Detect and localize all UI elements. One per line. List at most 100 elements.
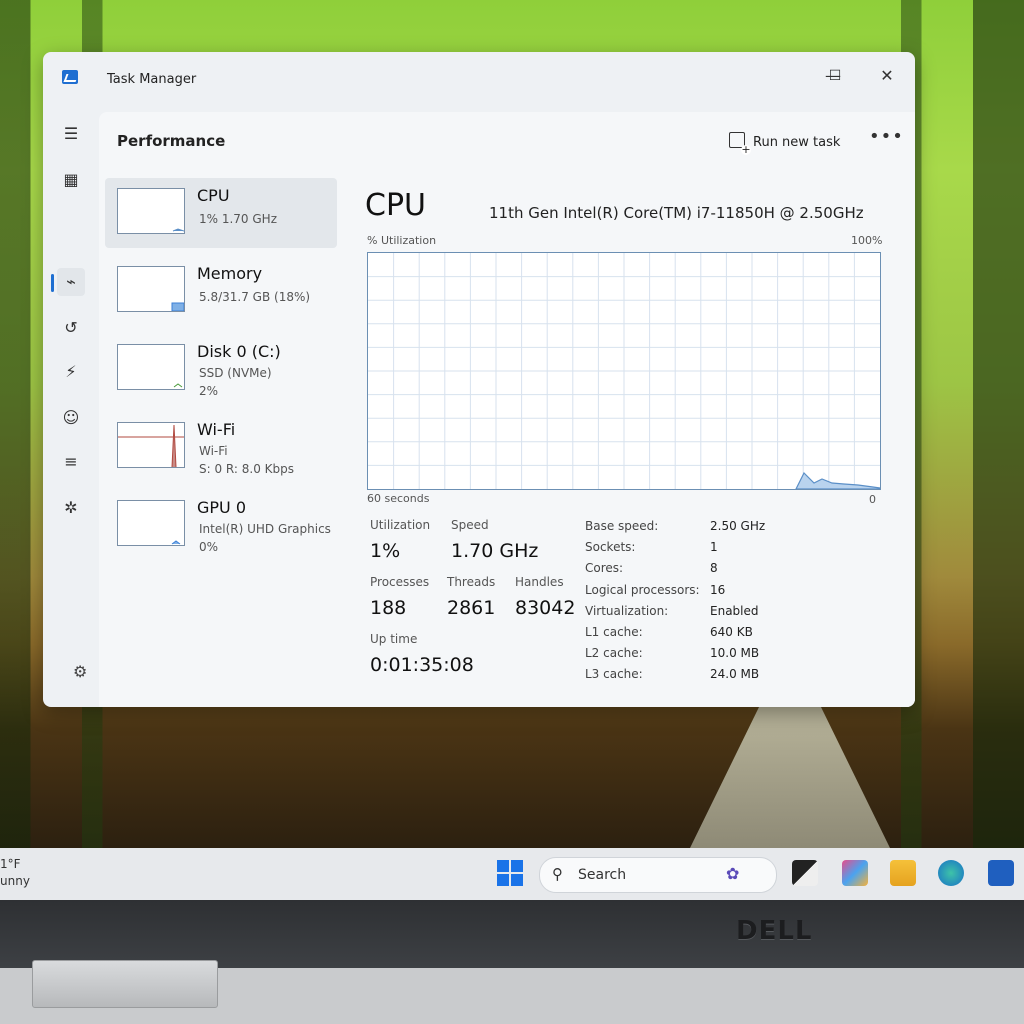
microsoft-store-icon[interactable]: [988, 860, 1014, 886]
task-manager-window: Task Manager — ☐ ✕ ☰ ▦ ⌁ ↺ ⚡ ☺ ≡ ✲ ⚙ Per…: [43, 52, 915, 707]
wifi-thumbnail-graph: [117, 422, 185, 468]
startup-apps-icon[interactable]: ⚡: [57, 358, 85, 386]
spec-label: Cores:: [585, 561, 624, 575]
utilization-label: Utilization: [370, 518, 431, 532]
resource-detail: Intel(R) UHD Graphics: [199, 522, 331, 536]
spec-value: Enabled: [710, 604, 759, 618]
search-highlight-icon: ✿: [726, 864, 740, 883]
graph-time-label: 60 seconds: [367, 492, 430, 505]
spec-value: 8: [710, 561, 718, 575]
resource-item-memory[interactable]: Memory 5.8/31.7 GB (18%): [105, 256, 337, 326]
spec-label: Sockets:: [585, 540, 636, 554]
resource-item-gpu[interactable]: GPU 0 Intel(R) UHD Graphics 0%: [105, 490, 337, 560]
resource-item-cpu[interactable]: CPU 1% 1.70 GHz: [105, 178, 337, 248]
laptop-hinge: [32, 960, 218, 1008]
processes-label: Processes: [370, 575, 430, 589]
spec-label: L2 cache:: [585, 646, 643, 660]
resource-detail: Wi-Fi: [199, 444, 228, 458]
resource-detail: 1% 1.70 GHz: [199, 212, 278, 226]
resource-list: CPU 1% 1.70 GHz Memory 5.8/31.7 GB (18%)…: [105, 178, 337, 568]
cpu-model: 11th Gen Intel(R) Core(TM) i7-11850H @ 2…: [489, 204, 864, 222]
resource-name: Disk 0 (C:): [197, 342, 281, 361]
spec-label: L3 cache:: [585, 667, 643, 681]
disk-thumbnail-graph: [117, 344, 185, 390]
threads-value: 2861: [447, 597, 496, 619]
graph-zero-label: 0: [869, 493, 876, 506]
cpu-utilization-graph: [367, 252, 881, 490]
cpu-thumbnail-graph: [117, 188, 185, 234]
settings-gear-icon[interactable]: ⚙: [73, 662, 87, 681]
uptime-value: 0:01:35:08: [370, 654, 474, 676]
resource-item-disk[interactable]: Disk 0 (C:) SSD (NVMe) 2%: [105, 334, 337, 404]
weather-desc: unny: [0, 874, 30, 888]
handles-value: 83042: [515, 597, 576, 619]
processes-icon[interactable]: ▦: [57, 166, 85, 194]
file-explorer-icon[interactable]: [890, 860, 916, 886]
run-new-task-button[interactable]: Run new task: [729, 132, 841, 155]
more-options-button[interactable]: •••: [869, 126, 904, 147]
threads-label: Threads: [447, 575, 496, 589]
hamburger-menu-icon[interactable]: ☰: [57, 120, 85, 148]
search-icon: ⚲: [552, 865, 563, 883]
resource-detail-2: 2%: [199, 384, 219, 398]
spec-label: L1 cache:: [585, 625, 643, 639]
uptime-label: Up time: [370, 632, 418, 646]
utilization-axis-label: % Utilization: [367, 234, 437, 247]
weather-widget[interactable]: 1°F unny: [0, 856, 30, 890]
utilization-max-label: 100%: [851, 234, 883, 247]
task-manager-app-icon: [62, 70, 78, 84]
nav-rail: ☰ ▦ ⌁ ↺ ⚡ ☺ ≡ ✲ ⚙: [43, 108, 99, 707]
spec-label: Virtualization:: [585, 604, 669, 618]
performance-panel: Performance Run new task ••• CPU 1% 1.70…: [99, 112, 915, 707]
maximize-button[interactable]: ☐: [815, 60, 855, 92]
copilot-icon[interactable]: [842, 860, 868, 886]
run-new-task-label: Run new task: [753, 135, 841, 150]
utilization-value: 1%: [370, 540, 401, 562]
speed-value: 1.70 GHz: [451, 540, 539, 562]
processes-value: 188: [370, 597, 407, 619]
speed-label: Speed: [451, 518, 489, 532]
resource-detail-2: 0%: [199, 540, 219, 554]
cpu-usage-area: [795, 471, 880, 489]
details-icon[interactable]: ≡: [57, 448, 85, 476]
spec-value: 640 KB: [710, 625, 753, 639]
users-icon[interactable]: ☺: [57, 404, 85, 432]
resource-name: CPU: [197, 186, 230, 205]
window-title: Task Manager: [107, 72, 197, 87]
services-icon[interactable]: ✲: [57, 494, 85, 522]
gpu-thumbnail-graph: [117, 500, 185, 546]
spec-value: 16: [710, 583, 726, 597]
edge-browser-icon[interactable]: [938, 860, 964, 886]
task-view-icon[interactable]: [792, 860, 818, 886]
resource-name: Wi-Fi: [197, 420, 236, 439]
spec-label: Logical processors:: [585, 583, 700, 597]
close-button[interactable]: ✕: [867, 60, 907, 92]
spec-label: Base speed:: [585, 519, 659, 533]
taskbar: 1°F unny ⚲ Search ✿: [0, 848, 1024, 900]
resource-item-wifi[interactable]: Wi-Fi Wi-Fi S: 0 R: 8.0 Kbps: [105, 412, 337, 482]
spec-value: 1: [710, 540, 718, 554]
weather-temp: 1°F: [0, 857, 21, 871]
spec-value: 10.0 MB: [710, 646, 760, 660]
run-task-icon: [729, 132, 751, 155]
handles-label: Handles: [515, 575, 564, 589]
resource-detail: 5.8/31.7 GB (18%): [199, 290, 311, 304]
page-title: Performance: [117, 132, 226, 150]
resource-name: GPU 0: [197, 498, 247, 517]
app-history-icon[interactable]: ↺: [57, 314, 85, 342]
memory-thumbnail-graph: [117, 266, 185, 312]
title-bar[interactable]: Task Manager — ☐ ✕: [43, 52, 915, 108]
resource-detail-2: S: 0 R: 8.0 Kbps: [199, 462, 295, 476]
nav-selection-indicator: [51, 274, 54, 292]
cpu-graph-svg: [368, 253, 880, 489]
dell-logo: DELL: [736, 916, 813, 946]
cpu-heading: CPU: [365, 188, 426, 223]
windows-logo-icon: [497, 860, 509, 872]
search-placeholder: Search: [578, 867, 627, 883]
start-button[interactable]: [497, 860, 523, 886]
resource-name: Memory: [197, 264, 263, 283]
taskbar-search-box[interactable]: ⚲ Search ✿: [539, 857, 777, 893]
spec-value: 2.50 GHz: [710, 519, 766, 533]
performance-icon[interactable]: ⌁: [57, 268, 85, 296]
laptop-bezel: [0, 900, 1024, 968]
